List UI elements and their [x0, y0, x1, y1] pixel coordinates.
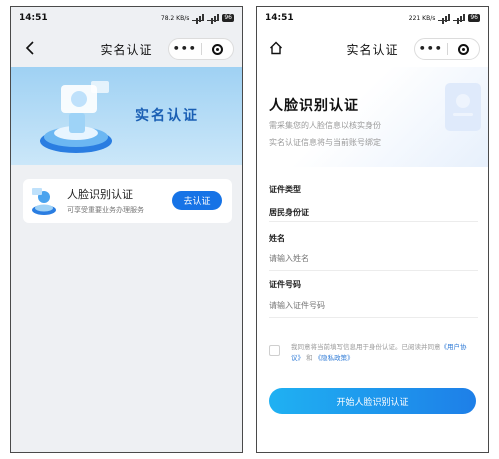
cert-type-value[interactable]: 居民身份证	[269, 207, 309, 218]
go-verify-button[interactable]: 去认证	[172, 191, 222, 210]
battery-icon: 96	[468, 14, 480, 22]
cert-number-label: 证件号码	[269, 280, 301, 289]
agreement-text: 我同意将当前填写信息用于身份认证。已阅读并同意《用户协议》 和 《隐私政策》	[291, 342, 479, 364]
status-icons: 78.2 KB/s 96	[161, 14, 234, 22]
home-icon[interactable]	[265, 37, 287, 59]
banner: 实名认证	[11, 67, 242, 165]
page-title: 实名认证	[100, 42, 153, 57]
mini-program-capsule: •••	[168, 38, 234, 60]
name-label: 姓名	[269, 234, 285, 243]
name-input[interactable]	[269, 254, 478, 263]
form-title: 人脸识别认证	[269, 98, 359, 114]
back-icon[interactable]	[19, 37, 41, 59]
cert-type-label: 证件类型	[269, 185, 301, 194]
page-title: 实名认证	[346, 42, 399, 57]
status-time: 14:51	[19, 13, 48, 23]
phone-screen-left: 14:51 78.2 KB/s 96 实名认证 ••• 实名认证 人脸识别认证 …	[10, 6, 243, 453]
divider	[269, 317, 478, 318]
phone-screen-right: 14:51 221 KB/s 96 实名认证 ••• 人脸识别认证 需采集您的人…	[256, 6, 489, 453]
start-face-recognition-button[interactable]: 开始人脸识别认证	[269, 388, 476, 414]
more-button[interactable]: •••	[169, 39, 201, 59]
status-time: 14:51	[265, 13, 294, 23]
divider	[269, 270, 478, 271]
face-scan-illustration-icon	[40, 81, 112, 153]
signal-icon-2	[207, 14, 220, 21]
mini-program-capsule: •••	[414, 38, 480, 60]
signal-icon	[438, 14, 451, 21]
nav-bar: 实名认证 •••	[257, 31, 488, 67]
face-recognition-card[interactable]: 人脸识别认证 可享受重要业务办理服务 去认证	[23, 179, 232, 223]
target-icon	[211, 43, 223, 55]
id-card-illustration-icon	[445, 83, 481, 131]
status-bar: 14:51 78.2 KB/s 96	[11, 7, 242, 29]
target-icon	[457, 43, 469, 55]
form-subtitle-2: 实名认证信息将与当前账号绑定	[269, 138, 381, 147]
card-description: 可享受重要业务办理服务	[67, 206, 144, 214]
signal-icon	[192, 14, 205, 21]
network-speed: 221 KB/s	[408, 14, 436, 22]
signal-icon-2	[453, 14, 466, 21]
nav-bar: 实名认证 •••	[11, 31, 242, 67]
status-bar: 14:51 221 KB/s 96	[257, 7, 488, 29]
status-icons: 221 KB/s 96	[409, 14, 480, 22]
network-speed: 78.2 KB/s	[160, 14, 190, 22]
close-button[interactable]	[448, 43, 480, 55]
agreement-statement: 我同意将当前填写信息用于身份认证。已阅读并同意	[291, 343, 441, 351]
face-recognition-icon	[32, 188, 56, 215]
privacy-policy-link[interactable]: 《隐私政策》	[315, 354, 354, 362]
cert-number-input[interactable]	[269, 301, 478, 310]
form-subtitle-1: 需采集您的人脸信息以核实身份	[269, 121, 381, 130]
close-button[interactable]	[202, 43, 234, 55]
card-title: 人脸识别认证	[67, 188, 133, 201]
banner-title: 实名认证	[135, 108, 199, 124]
more-button[interactable]: •••	[415, 39, 447, 59]
battery-icon: 96	[222, 14, 234, 22]
agreement-and: 和	[306, 354, 313, 362]
divider	[269, 221, 478, 222]
agreement-checkbox[interactable]	[269, 345, 280, 356]
